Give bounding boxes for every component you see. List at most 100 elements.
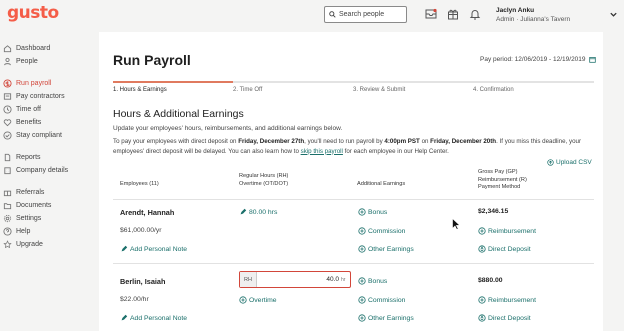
payment-method-link[interactable]: Direct Deposit	[478, 245, 531, 253]
plus-circle-icon	[478, 227, 486, 235]
rh-value[interactable]: 40.0	[257, 276, 341, 283]
add-reimbursement-link[interactable]: Reimbursement	[478, 296, 536, 304]
regular-hours-value: 80.00 hrs	[249, 208, 278, 216]
regular-hours-edit[interactable]: 80.00 hrs	[239, 208, 277, 216]
sidebar-group: Run payroll Pay contractors Time off Benefi…	[0, 77, 92, 142]
skip-payroll-link[interactable]: skip this payroll	[301, 148, 343, 155]
add-overtime-link[interactable]: Overtime	[239, 296, 277, 304]
bonus-label: Bonus	[368, 277, 388, 285]
sidebar-item-pay-contractors[interactable]: Pay contractors	[0, 90, 92, 103]
sidebar-item-upgrade[interactable]: Upgrade	[0, 238, 92, 251]
add-commission-link[interactable]: Commission	[358, 296, 405, 304]
employee-rate: $61,000.00/yr	[120, 227, 162, 234]
payment-method-link[interactable]: Direct Deposit	[478, 314, 531, 322]
notice-deadline: Friday, December 20th	[430, 138, 497, 145]
sidebar-item-help[interactable]: Help	[0, 225, 92, 238]
gear-icon	[3, 214, 12, 223]
user-menu[interactable]: Jaclyn Anku Admin · Julianna's Tavern	[496, 6, 570, 24]
sidebar-item-label: People	[16, 58, 38, 65]
sidebar-item-label: Pay contractors	[16, 93, 65, 100]
notice-text: for each employee in our Help Center.	[342, 147, 449, 155]
sidebar-item-label: Time off	[16, 106, 41, 113]
sidebar-item-settings[interactable]: Settings	[0, 212, 92, 225]
regular-hours-input[interactable]: RH 40.0 hr	[239, 271, 351, 288]
sidebar-item-stay-compliant[interactable]: Stay compliant	[0, 129, 92, 142]
top-bar: gusto Search people Jaclyn Anku Admin · …	[0, 0, 624, 30]
calendar-icon[interactable]	[588, 56, 596, 63]
plus-circle-icon	[358, 296, 366, 304]
user-role: Admin · Julianna's Tavern	[496, 16, 571, 23]
sidebar-item-label: Run payroll	[16, 80, 52, 87]
col-hours: Regular Hours (RH) Overtime (OT/DOT)	[239, 173, 288, 188]
commission-label: Commission	[368, 296, 406, 304]
col-employees[interactable]: Employees (11)	[120, 181, 159, 189]
add-personal-note-link[interactable]: Add Personal Note	[120, 314, 187, 322]
pay-period[interactable]: Pay period: 12/06/2019 - 12/19/2019	[480, 56, 596, 63]
sidebar-item-referrals[interactable]: Referrals	[0, 186, 92, 199]
sidebar-group: Referrals Documents Settings Help Upgrade	[0, 186, 92, 251]
add-personal-note-link[interactable]: Add Personal Note	[120, 245, 187, 253]
clock-icon	[3, 105, 12, 114]
person-icon	[4, 57, 11, 66]
upload-csv-label: Upload CSV	[556, 159, 592, 166]
sidebar-item-label: Benefits	[16, 119, 42, 126]
col-payment-method: Payment Method	[478, 184, 521, 190]
employee-name[interactable]: Arendt, Hannah	[120, 208, 174, 217]
search-input[interactable]: Search people	[324, 6, 407, 23]
add-other-earnings-link[interactable]: Other Earnings	[358, 245, 414, 253]
notice-text: , you'll need to run payroll by	[304, 138, 385, 145]
add-bonus-link[interactable]: Bonus	[358, 208, 387, 216]
bonus-label: Bonus	[368, 208, 388, 216]
add-other-earnings-link[interactable]: Other Earnings	[358, 314, 414, 322]
sidebar-item-documents[interactable]: Documents	[0, 199, 92, 212]
notice-text: on	[419, 138, 431, 145]
sidebar-nav: Dashboard People Run payroll Pay contractor…	[0, 42, 92, 260]
add-bonus-link[interactable]: Bonus	[358, 277, 387, 285]
sidebar-item-label: Referrals	[16, 189, 45, 196]
gift-icon	[3, 190, 12, 197]
section-title: Hours & Additional Earnings	[113, 108, 244, 120]
inbox-icon[interactable]	[425, 8, 437, 20]
reimbursement-label: Reimbursement	[488, 227, 536, 235]
pencil-icon	[121, 245, 128, 252]
sidebar-item-reports[interactable]: Reports	[0, 151, 92, 164]
plus-circle-icon	[358, 245, 366, 253]
sidebar-item-run-payroll[interactable]: Run payroll	[0, 77, 92, 90]
check-icon	[3, 131, 12, 140]
sidebar-item-people[interactable]: People	[0, 55, 92, 68]
sidebar-item-label: Dashboard	[16, 45, 51, 52]
employee-name[interactable]: Berlin, Isaiah	[120, 277, 165, 286]
gift-icon[interactable]	[447, 8, 459, 20]
sidebar-group: Reports Company details	[0, 151, 92, 177]
gross-pay-value: $2,346.15	[478, 208, 509, 215]
add-reimbursement-link[interactable]: Reimbursement	[478, 227, 536, 235]
sidebar-item-company-details[interactable]: Company details	[0, 164, 92, 177]
pencil-icon	[121, 314, 128, 321]
sidebar-group: Dashboard People	[0, 42, 92, 68]
other-earnings-label: Other Earnings	[368, 314, 414, 322]
sidebar-item-time-off[interactable]: Time off	[0, 103, 92, 116]
row-divider	[113, 263, 594, 264]
plus-circle-icon	[239, 296, 247, 304]
upload-csv-button[interactable]: Upload CSV	[547, 159, 592, 166]
gross-pay-value: $880.00	[478, 277, 503, 284]
bell-icon[interactable]	[469, 8, 481, 20]
commission-label: Commission	[368, 227, 406, 235]
note-label: Add Personal Note	[130, 314, 188, 322]
notice-text: To pay your employees with direct deposi…	[113, 138, 239, 145]
sidebar-item-label: Help	[16, 228, 31, 235]
sidebar-item-benefits[interactable]: Benefits	[0, 116, 92, 129]
user-name: Jaclyn Anku	[496, 7, 535, 14]
sidebar-item-dashboard[interactable]: Dashboard	[0, 42, 92, 55]
progress-fill	[113, 81, 233, 83]
add-commission-link[interactable]: Commission	[358, 227, 405, 235]
plus-circle-icon	[358, 208, 366, 216]
search-icon	[329, 11, 336, 18]
chevron-down-icon[interactable]	[609, 10, 618, 19]
pay-period-label: Pay period: 12/06/2019 - 12/19/2019	[480, 56, 586, 63]
plus-circle-icon	[478, 296, 486, 304]
gusto-logo[interactable]: gusto	[7, 3, 59, 23]
folder-icon	[3, 203, 12, 210]
col-hours-overtime: Overtime (OT/DOT)	[239, 180, 289, 187]
direct-deposit-icon	[478, 314, 486, 322]
